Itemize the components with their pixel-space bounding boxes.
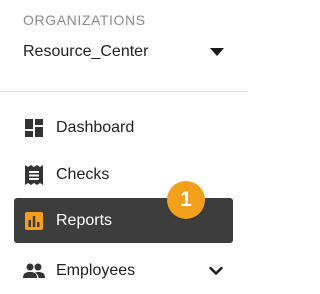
caret-down-icon bbox=[210, 48, 224, 56]
chevron-down-icon[interactable] bbox=[209, 264, 223, 278]
organizations-heading: ORGANIZATIONS bbox=[23, 12, 146, 28]
divider bbox=[0, 91, 248, 92]
dashboard-icon bbox=[23, 117, 45, 139]
people-icon bbox=[23, 260, 45, 282]
receipt-icon bbox=[23, 164, 45, 186]
nav-item-label: Dashboard bbox=[56, 118, 135, 136]
bar-chart-icon bbox=[23, 210, 45, 232]
organization-select[interactable]: Resource_Center bbox=[23, 38, 228, 66]
nav-item-label: Employees bbox=[56, 261, 136, 279]
nav-item-label: Checks bbox=[56, 165, 110, 183]
nav-item-label: Reports bbox=[56, 211, 113, 229]
nav-item-dashboard[interactable]: Dashboard bbox=[14, 105, 233, 150]
organization-name: Resource_Center bbox=[23, 43, 149, 60]
step-badge: 1 bbox=[167, 181, 205, 219]
nav-item-employees[interactable]: Employees bbox=[14, 248, 233, 293]
